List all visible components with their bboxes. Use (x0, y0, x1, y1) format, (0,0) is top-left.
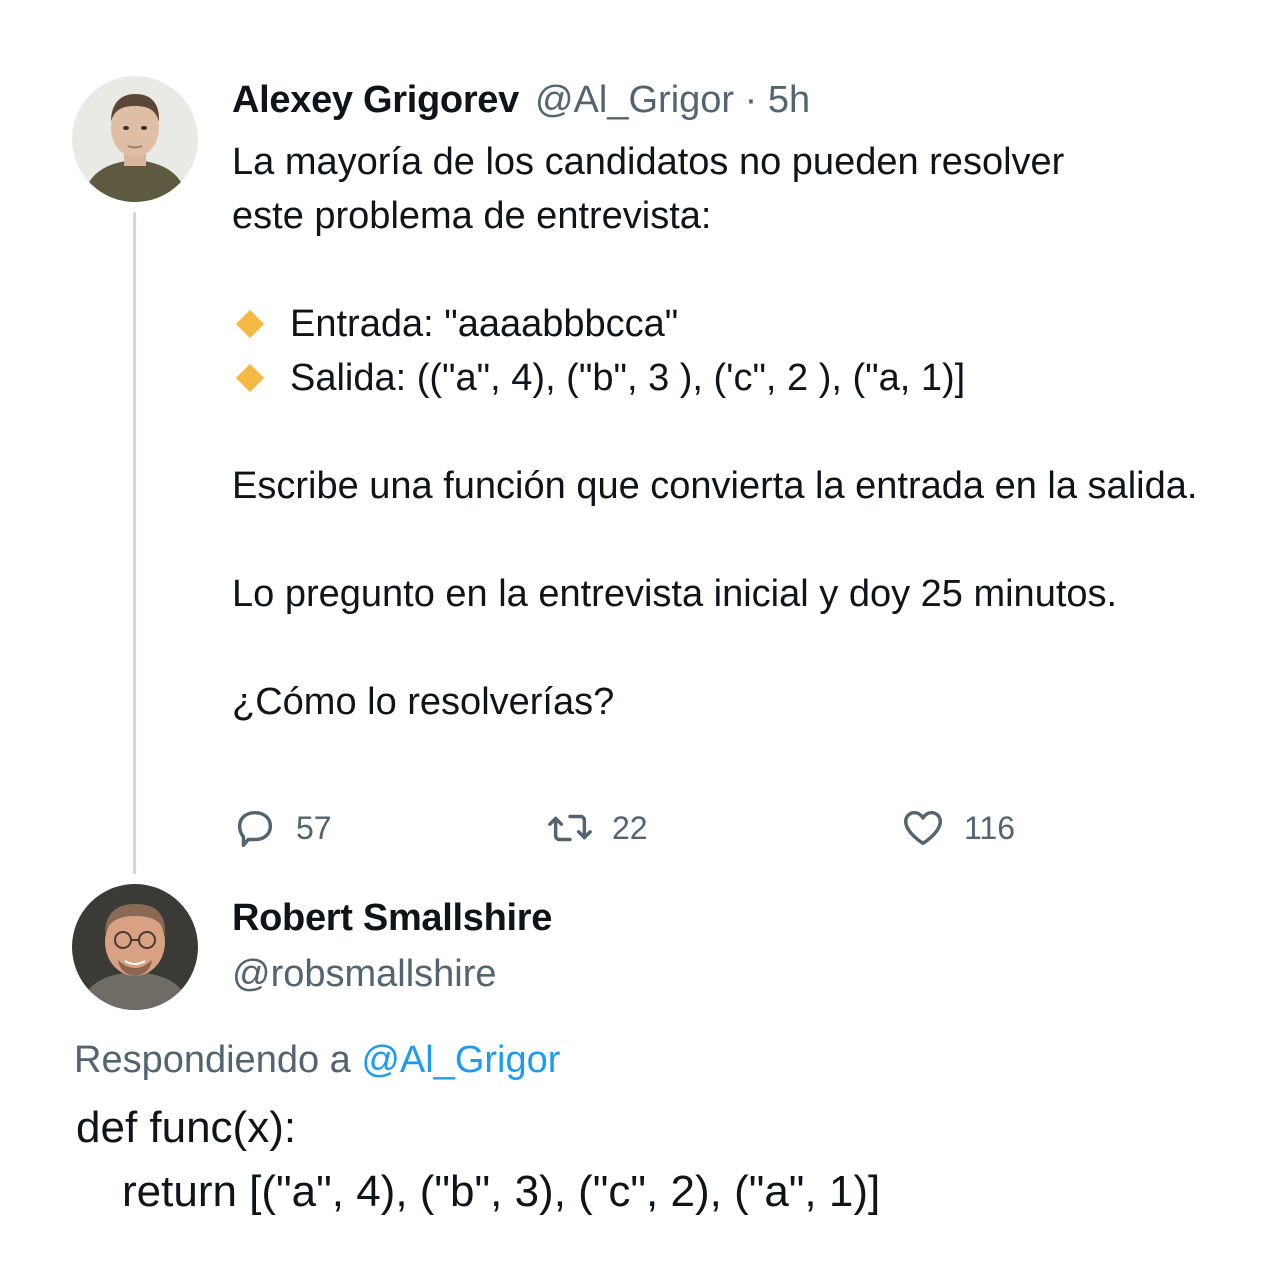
tweet-line: La mayoría de los candidatos no pueden r… (232, 141, 1065, 183)
author-name[interactable]: Alexey Grigorev (232, 79, 519, 121)
like-button[interactable]: 116 (900, 803, 1015, 853)
tweet-header: Alexey Grigorev @Al_Grigor · 5h (232, 74, 810, 126)
avatar-alexey[interactable] (72, 76, 198, 202)
retweet-arrows-icon (546, 805, 594, 851)
bullet-input-text: Entrada: "aaaabbbcca" (290, 303, 679, 345)
reply-author-handle[interactable]: @robsmallshire (232, 948, 497, 1000)
reply-count: 57 (296, 809, 332, 846)
replying-to-line: Respondiendo a @Al_Grigor (74, 1034, 560, 1086)
orange-diamond-icon (235, 309, 265, 339)
like-count: 116 (964, 809, 1016, 846)
avatar-robert[interactable] (72, 884, 198, 1010)
author-handle[interactable]: @Al_Grigor (535, 79, 734, 121)
thread-connector-line (133, 212, 136, 874)
bullet-output-text: Salida: (("a", 4), ("b", 3 ), ('c", 2 ),… (290, 357, 966, 399)
dot-separator: · (744, 79, 758, 121)
replying-to-mention-link[interactable]: @Al_Grigor (361, 1039, 560, 1081)
speech-bubble-icon (232, 805, 278, 851)
retweet-button[interactable]: 22 (546, 803, 648, 853)
tweet-actions: 57 22 116 (232, 803, 1132, 853)
reply-author-name[interactable]: Robert Smallshire (232, 892, 552, 944)
reply-button[interactable]: 57 (232, 803, 332, 853)
code-line: def func(x): (76, 1103, 297, 1152)
tweet-line: este problema de entrevista: (232, 195, 712, 237)
bullet-item: Entrada: "aaaabbbcca" (232, 297, 1242, 351)
tweet-paragraph: Lo pregunto en la entrevista inicial y d… (232, 573, 1118, 615)
replying-to-prefix: Respondiendo a (74, 1039, 362, 1081)
orange-diamond-icon (235, 363, 265, 393)
tweet-paragraph: Escribe una función que convierta la ent… (232, 465, 1198, 507)
retweet-count: 22 (612, 809, 648, 846)
tweet-text: La mayoría de los candidatos no pueden r… (232, 135, 1242, 729)
reply-code: def func(x): return [("a", 4), ("b", 3), … (76, 1096, 880, 1224)
heart-icon (900, 805, 946, 851)
bullet-item: Salida: (("a", 4), ("b", 3 ), ('c", 2 ),… (232, 351, 1242, 405)
tweet-paragraph: ¿Cómo lo resolverías? (232, 681, 615, 723)
code-line: return [("a", 4), ("b", 3), ("c", 2), ("… (122, 1167, 881, 1216)
tweet-timestamp[interactable]: 5h (768, 79, 810, 121)
